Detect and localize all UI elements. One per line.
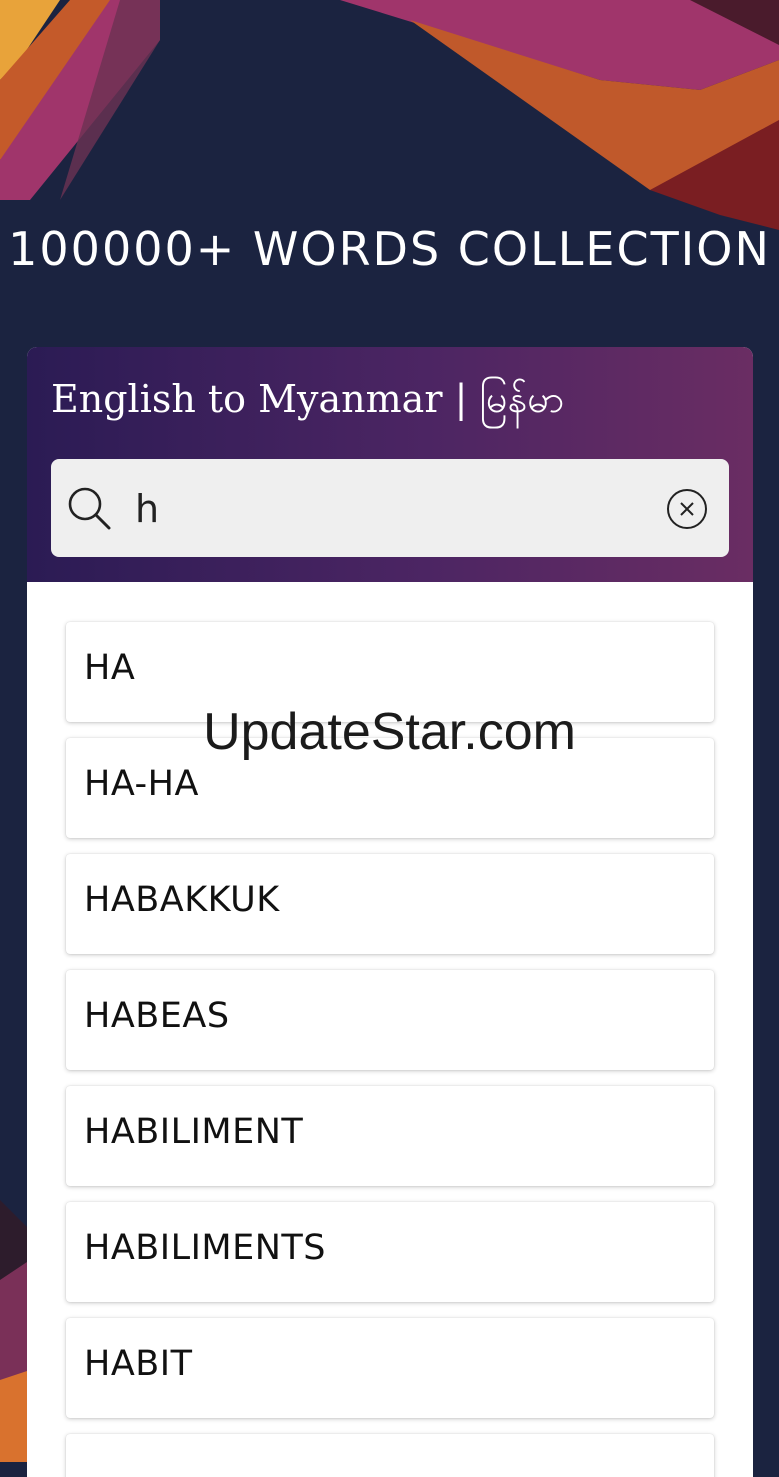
background-decoration-top	[0, 0, 779, 230]
list-item[interactable]: HA	[66, 622, 714, 722]
dictionary-card: English to Myanmar | မြန်မာ HA HA-HA HAB…	[27, 347, 753, 1477]
list-item-label: HA-HA	[84, 764, 199, 804]
list-item[interactable]: HABEAS	[66, 970, 714, 1070]
list-item[interactable]: HA-HA	[66, 738, 714, 838]
clear-circle-icon[interactable]	[665, 487, 709, 531]
card-header: English to Myanmar | မြန်မာ	[27, 347, 753, 582]
background-decoration-left	[0, 1200, 30, 1462]
search-box[interactable]	[51, 459, 729, 557]
search-input[interactable]	[133, 479, 657, 539]
list-item[interactable]: HABAKKUK	[66, 854, 714, 954]
search-icon	[68, 487, 111, 530]
results-list: HA HA-HA HABAKKUK HABEAS HABILIMENT HABI…	[66, 622, 714, 1477]
list-item[interactable]: HABIT	[66, 1318, 714, 1418]
headline: 100000+ WORDS COLLECTION	[8, 222, 771, 276]
list-item-label: HABAKKUK	[84, 880, 280, 920]
app-title: English to Myanmar | မြန်မာ	[51, 377, 565, 421]
list-item-label: HABEAS	[84, 996, 230, 1036]
list-item-label: HABILIMENT	[84, 1112, 304, 1152]
list-item[interactable]	[66, 1434, 714, 1477]
list-item-label: HA	[84, 648, 136, 688]
list-item-label: HABIT	[84, 1344, 193, 1384]
list-item-label: HABILIMENTS	[84, 1228, 327, 1268]
list-item[interactable]: HABILIMENTS	[66, 1202, 714, 1302]
list-item[interactable]: HABILIMENT	[66, 1086, 714, 1186]
